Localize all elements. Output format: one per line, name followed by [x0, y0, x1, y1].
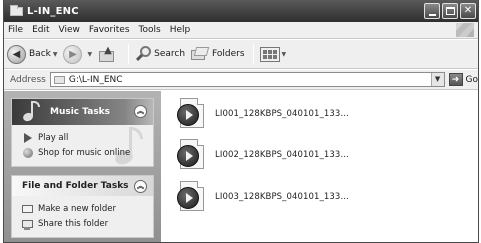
menu-bar: File Edit View Favorites Tools Help	[4, 22, 478, 39]
folders-icon	[191, 47, 210, 61]
go-button[interactable]: ➜ Go	[448, 73, 478, 86]
up-folder-icon: ▲	[98, 45, 116, 63]
maximize-icon	[445, 7, 455, 15]
toolbar-separator	[252, 44, 254, 64]
maximize-button[interactable]	[442, 3, 458, 19]
play-icon	[22, 132, 33, 143]
address-input[interactable]: G:\L-IN_ENC ▼	[49, 72, 445, 87]
task-label: Make a new folder	[38, 203, 116, 214]
toolbar: ◀ Back ▼ ▶ ▼ ▲ Search Folders ▼	[4, 40, 478, 69]
title-bar[interactable]: L-IN_ENC ✕	[4, 0, 478, 22]
go-arrow-icon: ➜	[448, 73, 463, 86]
globe-icon	[22, 147, 33, 158]
file-folder-tasks-body: Make a new folder Share this folder	[12, 196, 153, 237]
file-folder-tasks-panel: File and Folder Tasks ︽ Make a new folde…	[11, 175, 154, 238]
menu-tools[interactable]: Tools	[139, 25, 161, 35]
close-icon: ✕	[463, 5, 473, 16]
search-button[interactable]: Search	[135, 46, 185, 62]
chevron-down-icon[interactable]: ▼	[87, 51, 92, 58]
toolbar-separator	[128, 44, 130, 64]
views-icon	[259, 46, 280, 62]
up-folder-button[interactable]: ▲	[98, 45, 120, 63]
folders-button[interactable]: Folders	[191, 47, 245, 61]
media-file-icon	[177, 98, 207, 130]
windows-logo-icon	[456, 23, 474, 37]
views-button[interactable]: ▼	[259, 46, 287, 62]
forward-arrow-icon: ▶	[63, 44, 83, 64]
music-tasks-body: Play all Shop for music online	[12, 125, 153, 166]
new-folder-icon	[22, 203, 33, 214]
chevron-down-icon[interactable]: ▼	[282, 51, 287, 58]
file-name: LI003_128KBPS_040101_133...	[215, 192, 349, 202]
address-value: G:\L-IN_ENC	[68, 74, 123, 85]
close-button[interactable]: ✕	[460, 3, 476, 19]
music-tasks-title: Music Tasks	[50, 107, 111, 117]
folder-icon	[10, 4, 23, 16]
search-label: Search	[154, 49, 186, 59]
task-label: Shop for music online	[38, 147, 131, 158]
file-item[interactable]: LI001_128KBPS_040101_133...	[177, 98, 349, 130]
file-folder-tasks-header[interactable]: File and Folder Tasks ︽	[12, 176, 153, 196]
task-pane: Music Tasks ︽ Play all Shop for music on…	[4, 91, 161, 242]
file-name: LI002_128KBPS_040101_133...	[215, 150, 349, 160]
back-button[interactable]: ◀ Back ▼	[7, 44, 58, 64]
forward-button[interactable]: ▶ ▼	[63, 44, 92, 64]
address-label: Address	[10, 74, 46, 85]
menu-help[interactable]: Help	[170, 25, 191, 35]
share-folder-icon	[22, 218, 33, 230]
media-file-icon	[177, 139, 207, 171]
media-file-icon	[177, 181, 207, 213]
chevron-down-icon[interactable]: ▼	[53, 51, 58, 58]
file-name: LI001_128KBPS_040101_133...	[215, 109, 349, 119]
window-title: L-IN_ENC	[27, 5, 79, 17]
menu-file[interactable]: File	[8, 25, 23, 35]
chevron-down-icon[interactable]: ▼	[430, 73, 444, 86]
file-folder-tasks-title: File and Folder Tasks	[22, 181, 129, 191]
folder-icon	[53, 75, 65, 84]
task-label: Share this folder	[38, 218, 109, 229]
task-label: Play all	[38, 132, 69, 143]
collapse-icon[interactable]: ︽	[134, 105, 147, 118]
back-label: Back	[29, 49, 51, 59]
address-bar: Address G:\L-IN_ENC ▼ ➜ Go	[4, 70, 478, 90]
music-note-icon	[19, 101, 45, 123]
task-shop-music[interactable]: Shop for music online	[22, 145, 145, 160]
back-arrow-icon: ◀	[7, 44, 26, 64]
file-list: LI001_128KBPS_040101_133... LI002_128KBP…	[162, 91, 478, 242]
menu-view[interactable]: View	[59, 25, 80, 35]
file-item[interactable]: LI002_128KBPS_040101_133...	[177, 139, 349, 171]
window-controls: ✕	[424, 3, 476, 19]
folders-label: Folders	[212, 49, 245, 59]
minimize-button[interactable]	[424, 3, 440, 19]
menu-edit[interactable]: Edit	[32, 25, 49, 35]
task-play-all[interactable]: Play all	[22, 130, 145, 145]
go-label: Go	[465, 74, 478, 85]
explorer-window: L-IN_ENC ✕ File Edit View Favorites Tool…	[3, 0, 479, 243]
task-share-folder[interactable]: Share this folder	[22, 216, 145, 231]
search-icon	[135, 46, 152, 62]
music-tasks-header[interactable]: Music Tasks ︽	[12, 99, 153, 125]
menu-favorites[interactable]: Favorites	[89, 25, 130, 35]
music-tasks-panel: Music Tasks ︽ Play all Shop for music on…	[11, 98, 154, 167]
minimize-icon	[428, 14, 436, 16]
task-new-folder[interactable]: Make a new folder	[22, 201, 145, 216]
collapse-icon[interactable]: ︽	[134, 180, 147, 193]
file-item[interactable]: LI003_128KBPS_040101_133...	[177, 181, 349, 213]
